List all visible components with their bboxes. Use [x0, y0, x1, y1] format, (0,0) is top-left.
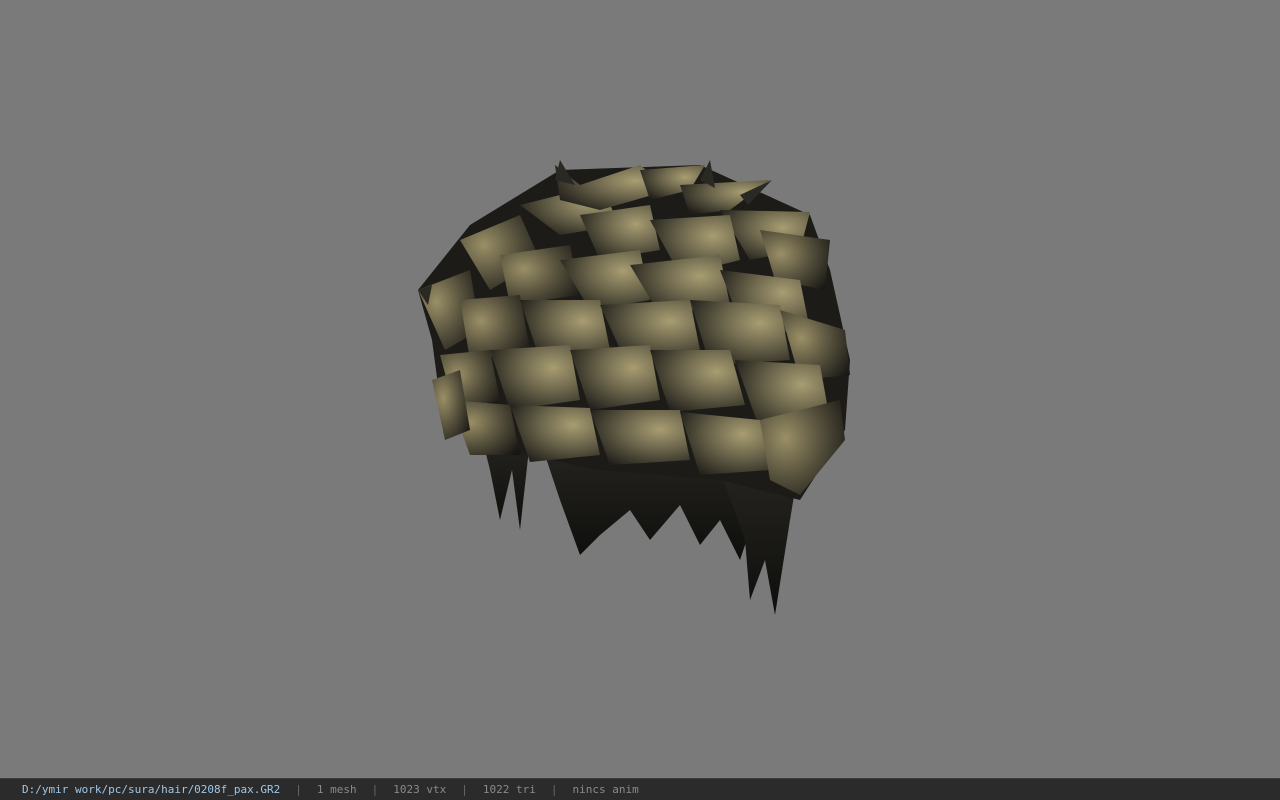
- status-separator: |: [371, 783, 379, 796]
- status-mesh-count: 1 mesh: [316, 783, 357, 796]
- status-separator: |: [295, 783, 302, 796]
- 3d-viewport[interactable]: [0, 0, 1280, 778]
- status-vertex-count: 1023 vtx: [393, 783, 447, 796]
- hair-tufts: [418, 165, 850, 495]
- hair-mesh-model[interactable]: [0, 0, 1280, 778]
- status-separator: |: [461, 783, 468, 796]
- status-bar: D:/ymir work/pc/sura/hair/0208f_pax.GR2 …: [0, 778, 1280, 800]
- status-anim-info: nincs anim: [572, 783, 639, 796]
- status-separator: |: [550, 783, 558, 796]
- status-file-path: D:/ymir work/pc/sura/hair/0208f_pax.GR2: [22, 783, 281, 796]
- status-triangle-count: 1022 tri: [482, 783, 536, 796]
